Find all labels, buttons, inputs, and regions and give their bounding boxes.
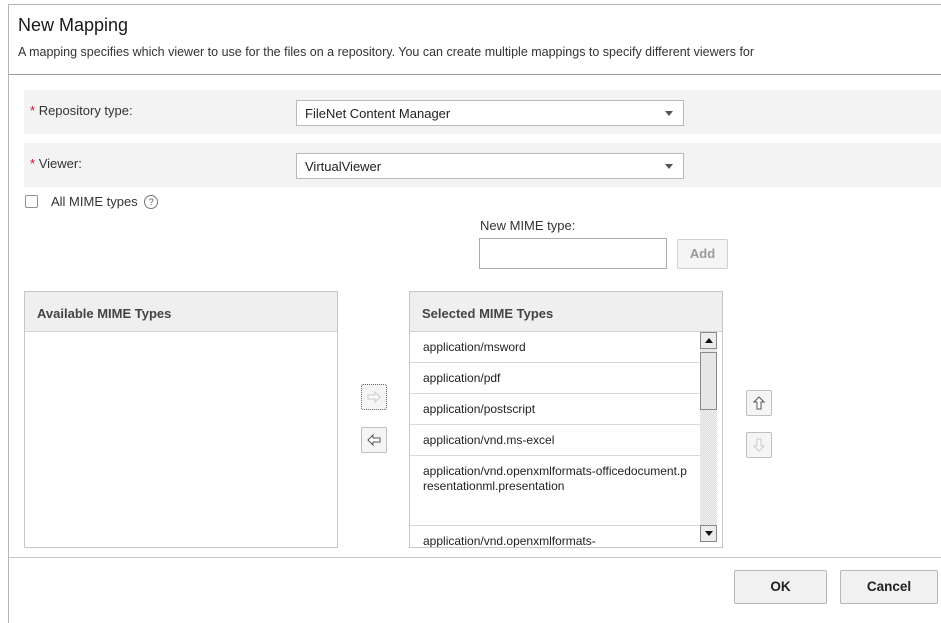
viewer-label-text: Viewer: — [38, 156, 82, 171]
list-item[interactable]: application/pdf — [410, 363, 700, 394]
triangle-up-icon — [705, 338, 713, 343]
dialog-border-left — [8, 4, 9, 623]
list-item[interactable]: application/vnd.openxmlformats-officedoc… — [410, 456, 700, 526]
triangle-down-icon — [705, 531, 713, 536]
scrollbar-thumb[interactable] — [700, 352, 717, 410]
list-item[interactable]: application/vnd.ms-excel — [410, 425, 700, 456]
viewer-row: * Viewer: VirtualViewer — [24, 143, 941, 187]
all-mime-types-checkbox[interactable] — [25, 195, 38, 208]
repository-type-row: * Repository type: FileNet Content Manag… — [24, 90, 941, 134]
all-mime-types-text: All MIME types — [51, 194, 138, 209]
viewer-value: VirtualViewer — [305, 159, 382, 174]
ok-button[interactable]: OK — [734, 570, 827, 604]
move-to-selected-button[interactable] — [361, 384, 387, 410]
dialog-border-top — [8, 4, 941, 5]
repository-type-label-text: Repository type: — [38, 103, 133, 118]
dialog-title: New Mapping — [18, 15, 129, 35]
required-marker: * — [30, 156, 36, 171]
selected-mime-types-panel: Selected MIME Types application/msword a… — [409, 291, 723, 548]
arrow-left-icon — [367, 433, 381, 447]
chevron-down-icon — [665, 164, 673, 169]
repository-type-value: FileNet Content Manager — [305, 106, 451, 121]
arrow-down-icon — [752, 438, 766, 452]
selected-list-scrollbar[interactable] — [700, 332, 717, 542]
viewer-label: * Viewer: — [30, 156, 82, 171]
list-item[interactable]: application/vnd.openxmlformats- — [410, 526, 700, 547]
add-mime-type-button[interactable]: Add — [677, 239, 728, 269]
list-item[interactable]: application/msword — [410, 332, 700, 363]
new-mime-type-label: New MIME type: — [480, 218, 576, 233]
move-to-available-button[interactable] — [361, 427, 387, 453]
arrow-right-icon — [367, 390, 381, 404]
title-divider — [9, 74, 941, 75]
available-mime-types-panel: Available MIME Types — [24, 291, 338, 548]
viewer-select[interactable]: VirtualViewer — [296, 153, 684, 179]
available-mime-types-title: Available MIME Types — [37, 306, 172, 321]
selected-mime-types-header: Selected MIME Types — [410, 292, 722, 332]
required-marker: * — [30, 103, 36, 118]
cancel-button[interactable]: Cancel — [840, 570, 938, 604]
scroll-down-button[interactable] — [700, 525, 717, 542]
scroll-up-button[interactable] — [700, 332, 717, 349]
all-mime-types-label: All MIME types ? — [51, 194, 159, 209]
list-item[interactable]: application/postscript — [410, 394, 700, 425]
new-mime-type-input[interactable] — [479, 238, 667, 269]
repository-type-select[interactable]: FileNet Content Manager — [296, 100, 684, 126]
move-up-button[interactable] — [746, 390, 772, 416]
repository-type-label: * Repository type: — [30, 103, 133, 118]
move-down-button[interactable] — [746, 432, 772, 458]
arrow-up-icon — [752, 396, 766, 410]
footer-divider — [9, 557, 941, 558]
chevron-down-icon — [665, 111, 673, 116]
help-icon[interactable]: ? — [144, 195, 159, 209]
selected-mime-types-list: application/msword application/pdf appli… — [410, 332, 700, 547]
selected-mime-types-title: Selected MIME Types — [422, 306, 554, 321]
dialog-description: A mapping specifies which viewer to use … — [18, 45, 755, 59]
new-mapping-dialog: New Mapping A mapping specifies which vi… — [0, 0, 941, 623]
available-mime-types-header: Available MIME Types — [25, 292, 337, 332]
